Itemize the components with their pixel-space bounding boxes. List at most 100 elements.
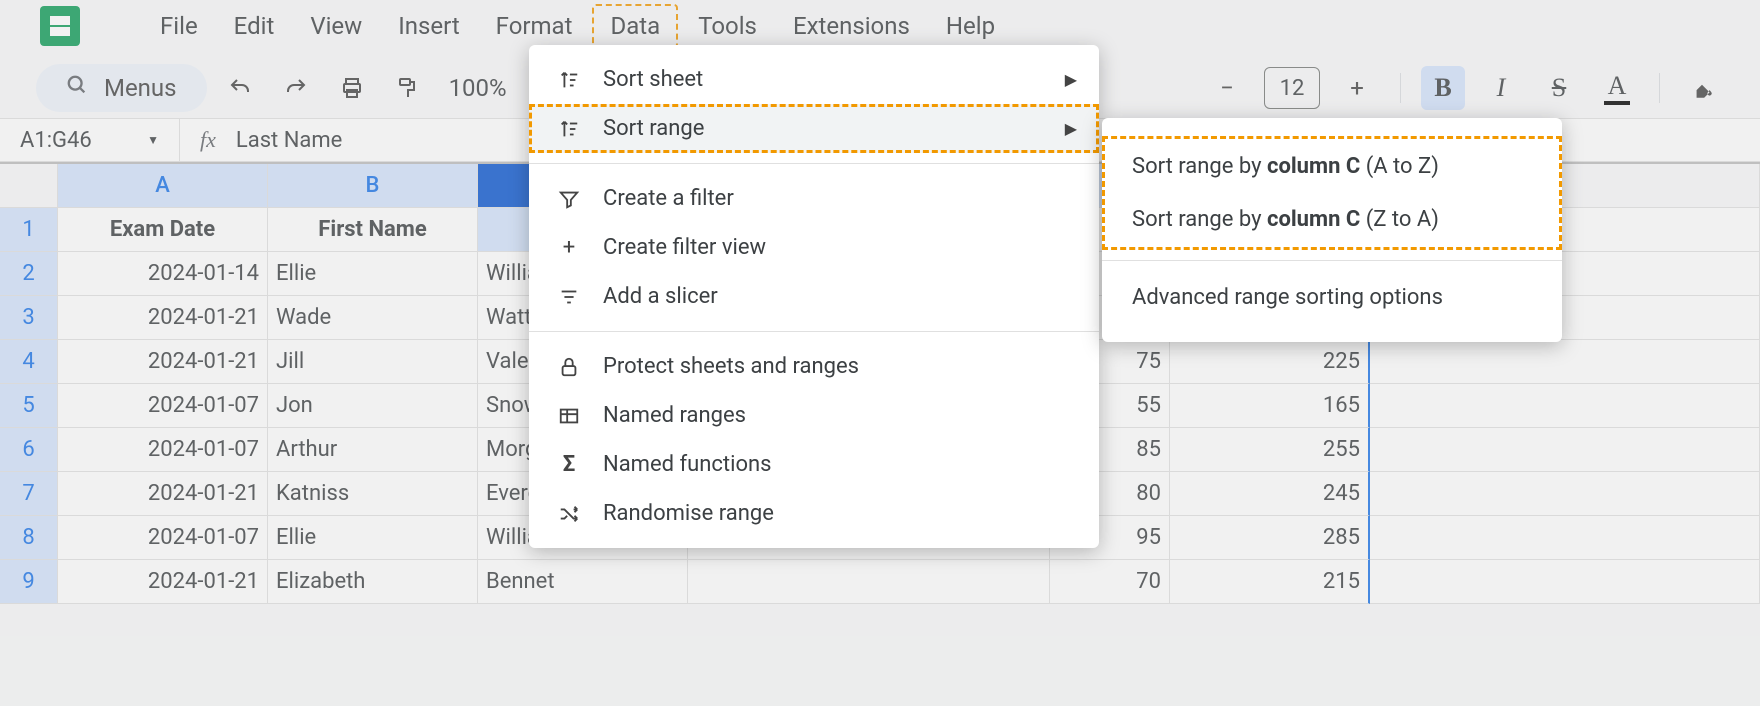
cell-v1[interactable]: 70 [1050,560,1170,604]
row-header[interactable]: 3 [0,296,58,340]
menu-edit[interactable]: Edit [218,6,291,46]
formula-value[interactable]: Last Name [236,128,342,153]
menu-format[interactable]: Format [480,6,589,46]
row-header[interactable]: 7 [0,472,58,516]
row-header[interactable]: 6 [0,428,58,472]
cell-v2[interactable]: 285 [1170,516,1370,560]
cell-hidden[interactable] [688,560,1050,604]
chevron-down-icon: ▼ [147,133,159,147]
mi-create-filter[interactable]: Create a filter [529,174,1099,223]
cell-first[interactable]: Wade [268,296,478,340]
cell-b1[interactable]: First Name [268,208,478,252]
print-button[interactable] [329,65,375,111]
slicer-icon [555,286,583,308]
menu-tools[interactable]: Tools [682,6,773,46]
mi-label: Sort sheet [603,67,703,92]
menu-view[interactable]: View [294,6,378,46]
cell-first[interactable]: Ellie [268,516,478,560]
menus-search[interactable]: Menus [36,64,207,112]
cell-first[interactable]: Elizabeth [268,560,478,604]
mi-named-functions[interactable]: Σ Named functions [529,440,1099,489]
lock-icon [555,356,583,378]
mi-protect[interactable]: Protect sheets and ranges [529,342,1099,391]
cell-empty[interactable] [1370,340,1760,384]
paint-format-button[interactable] [385,65,431,111]
cell-empty[interactable] [1370,384,1760,428]
cell-first[interactable]: Katniss [268,472,478,516]
name-box[interactable]: A1:G46 ▼ [0,119,180,161]
cell-first[interactable]: Jon [268,384,478,428]
cell-empty[interactable] [1370,428,1760,472]
shuffle-icon [555,503,583,525]
row-header-1[interactable]: 1 [0,208,58,252]
cell-date[interactable]: 2024-01-21 [58,472,268,516]
cell-v2[interactable]: 255 [1170,428,1370,472]
mi-add-slicer[interactable]: Add a slicer [529,272,1099,321]
divider [1400,73,1401,103]
mi-label: Advanced range sorting options [1132,285,1443,310]
row-header[interactable]: 4 [0,340,58,384]
select-all-corner[interactable] [0,164,58,208]
mi-randomise[interactable]: Randomise range [529,489,1099,538]
mi-label: Sort range [603,116,704,141]
row-header[interactable]: 8 [0,516,58,560]
increase-fontsize-button[interactable]: + [1334,65,1380,111]
cell-v2[interactable]: 165 [1170,384,1370,428]
menu-separator [529,331,1099,332]
menu-file[interactable]: File [144,6,214,46]
mi-named-ranges[interactable]: Named ranges [529,391,1099,440]
menu-help[interactable]: Help [930,6,1011,46]
fill-color-button[interactable] [1680,66,1724,110]
mi-label: Sort range by column C (A to Z) [1132,154,1439,179]
redo-button[interactable] [273,65,319,111]
col-header-b[interactable]: B [268,164,478,208]
menu-insert[interactable]: Insert [382,6,475,46]
name-box-value: A1:G46 [20,128,92,153]
undo-button[interactable] [217,65,263,111]
data-dropdown-menu: Sort sheet ▶ Sort range ▶ Create a filte… [529,45,1099,548]
mi-sort-sheet[interactable]: Sort sheet ▶ [529,55,1099,104]
cell-v2[interactable]: 215 [1170,560,1370,604]
cell-v2[interactable]: 245 [1170,472,1370,516]
mi-sort-za[interactable]: Sort range by column C (Z to A) [1102,193,1562,246]
cell-first[interactable]: Jill [268,340,478,384]
mi-label: Create filter view [603,235,766,260]
sort-sheet-icon [555,69,583,91]
cell-date[interactable]: 2024-01-21 [58,340,268,384]
divider [1659,73,1660,103]
fontsize-input[interactable]: 12 [1264,67,1320,109]
row-header[interactable]: 9 [0,560,58,604]
mi-sort-range[interactable]: Sort range ▶ [529,104,1099,153]
cell-last[interactable]: Bennet [478,560,688,604]
text-color-button[interactable]: A [1595,66,1639,110]
cell-v2[interactable]: 225 [1170,340,1370,384]
bold-button[interactable]: B [1421,66,1465,110]
italic-button[interactable]: I [1479,66,1523,110]
filter-icon [555,188,583,210]
submenu-arrow-icon: ▶ [1065,119,1077,138]
zoom-dropdown[interactable]: 100% [441,74,515,102]
mi-sort-az[interactable]: Sort range by column C (A to Z) [1102,140,1562,193]
cell-empty[interactable] [1370,472,1760,516]
cell-date[interactable]: 2024-01-21 [58,560,268,604]
cell-a1[interactable]: Exam Date [58,208,268,252]
mi-advanced-sort[interactable]: Advanced range sorting options [1102,271,1562,324]
row-header[interactable]: 2 [0,252,58,296]
menu-data[interactable]: Data [592,4,678,48]
cell-first[interactable]: Arthur [268,428,478,472]
strikethrough-button[interactable]: S [1537,66,1581,110]
cell-empty[interactable] [1370,560,1760,604]
menu-extensions[interactable]: Extensions [777,6,926,46]
cell-date[interactable]: 2024-01-07 [58,516,268,560]
sort-highlight-box: Sort range by column C (A to Z) Sort ran… [1102,136,1562,250]
mi-create-filter-view[interactable]: + Create filter view [529,223,1099,272]
cell-first[interactable]: Ellie [268,252,478,296]
cell-date[interactable]: 2024-01-07 [58,384,268,428]
decrease-fontsize-button[interactable]: − [1204,65,1250,111]
cell-date[interactable]: 2024-01-07 [58,428,268,472]
cell-empty[interactable] [1370,516,1760,560]
cell-date[interactable]: 2024-01-21 [58,296,268,340]
row-header[interactable]: 5 [0,384,58,428]
cell-date[interactable]: 2024-01-14 [58,252,268,296]
col-header-a[interactable]: A [58,164,268,208]
